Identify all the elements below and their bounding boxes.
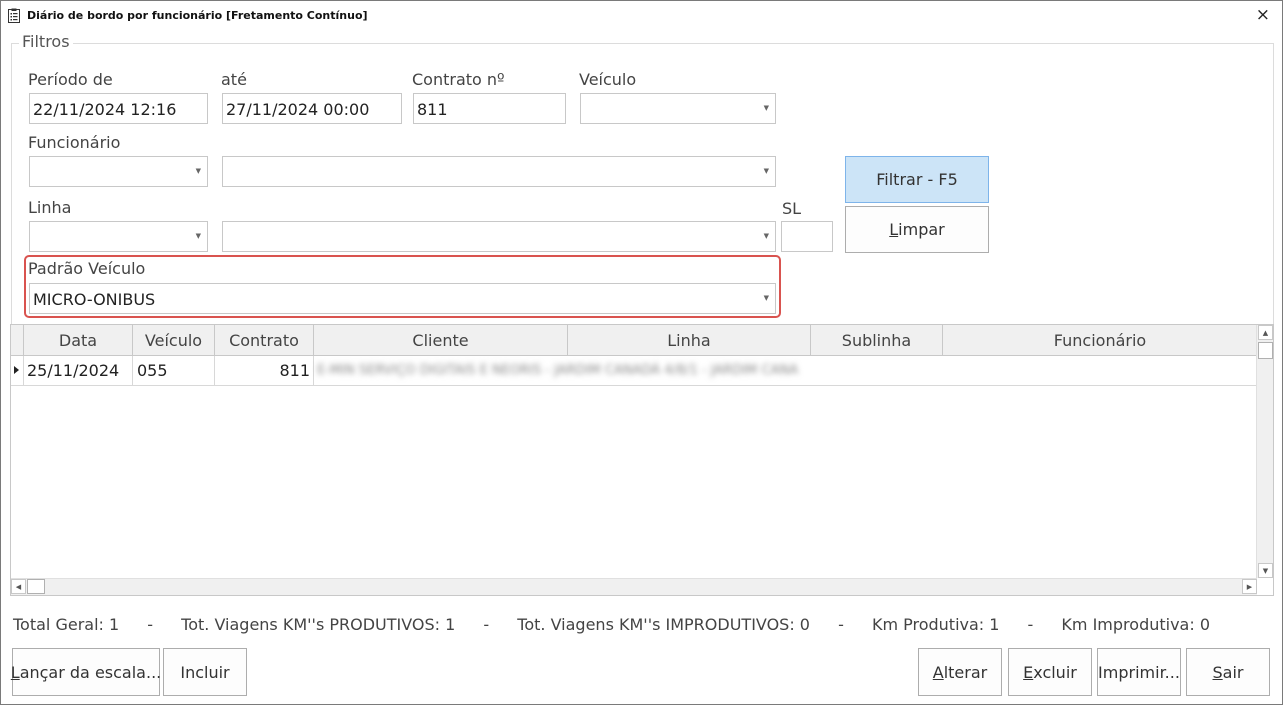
periodo-de-label: Período de	[28, 70, 113, 89]
limpar-mnemonic: L	[889, 220, 899, 239]
funcionario-code-combo[interactable]: ▼	[29, 156, 208, 187]
sl-input[interactable]	[781, 221, 833, 252]
column-header-linha[interactable]: Linha	[568, 325, 811, 355]
header-row-selector	[11, 325, 24, 355]
scroll-left-icon[interactable]: ◀	[11, 579, 26, 594]
chevron-down-icon[interactable]: ▼	[764, 232, 769, 240]
filtrar-button-label: Filtrar - F5	[876, 170, 958, 189]
window-title: Diário de bordo por funcionário [Fretame…	[27, 9, 368, 22]
incluir-label: Incluir	[180, 662, 230, 682]
limpar-button[interactable]: Limpar	[845, 206, 989, 253]
chevron-down-icon[interactable]: ▼	[764, 294, 769, 302]
total-improdutivos: Tot. Viagens KM''s IMPRODUTIVOS: 0	[517, 615, 810, 634]
close-icon[interactable]: ×	[1256, 5, 1270, 25]
separator: -	[838, 615, 844, 634]
main-window: Diário de bordo por funcionário [Fretame…	[0, 0, 1283, 705]
results-grid[interactable]: Data Veículo Contrato Cliente Linha Subl…	[10, 324, 1274, 596]
column-header-contrato[interactable]: Contrato	[215, 325, 314, 355]
row-selector[interactable]	[11, 356, 24, 385]
linha-code-combo[interactable]: ▼	[29, 221, 208, 252]
column-header-data[interactable]: Data	[24, 325, 133, 355]
ate-input[interactable]: 27/11/2024 00:00	[222, 93, 402, 124]
lancar-mnemonic: L	[10, 662, 20, 682]
km-improdutiva: Km Improdutiva: 0	[1061, 615, 1211, 634]
vertical-scrollbar[interactable]: ▲ ▼	[1256, 325, 1273, 578]
horizontal-scrollbar[interactable]: ◀ ▶	[11, 578, 1257, 595]
table-row[interactable]: 25/11/2024 055 811 E-MIN SERVIÇO DIGITAI…	[11, 356, 1257, 386]
cell-redacted[interactable]: E-MIN SERVIÇO DIGITAIS E NEORIS - JARDIM…	[314, 356, 943, 385]
filters-legend: Filtros	[19, 32, 73, 51]
scroll-up-icon[interactable]: ▲	[1258, 325, 1273, 340]
periodo-de-input[interactable]: 22/11/2024 12:16	[29, 93, 208, 124]
linha-name-combo[interactable]: ▼	[222, 221, 776, 252]
total-geral: Total Geral: 1	[13, 615, 120, 634]
padrao-veiculo-value: MICRO-ONIBUS	[33, 290, 156, 309]
horizontal-scroll-thumb[interactable]	[27, 579, 45, 594]
funcionario-name-combo[interactable]: ▼	[222, 156, 776, 187]
cell-veiculo[interactable]: 055	[133, 356, 215, 385]
lancar-escala-button[interactable]: Lançar da escala...	[10, 648, 162, 696]
chevron-down-icon[interactable]: ▼	[764, 104, 769, 112]
vertical-scroll-thumb[interactable]	[1258, 342, 1273, 359]
separator: -	[147, 615, 154, 634]
totals-status: Total Geral: 1 - Tot. Viagens KM''s PROD…	[13, 615, 1210, 634]
km-produtiva: Km Produtiva: 1	[871, 615, 1000, 634]
title-bar: Diário de bordo por funcionário [Fretame…	[1, 1, 1282, 31]
veiculo-label: Veículo	[579, 70, 637, 89]
excluir-mnemonic: E	[1023, 662, 1034, 682]
funcionario-label: Funcionário	[28, 133, 121, 152]
linha-label: Linha	[28, 198, 72, 217]
chevron-down-icon[interactable]: ▼	[196, 232, 201, 240]
imprimir-button[interactable]: Imprimir...	[1097, 648, 1181, 696]
sl-label: SL	[782, 199, 802, 218]
filtrar-button[interactable]: Filtrar - F5	[845, 156, 989, 203]
sair-label: air	[1222, 662, 1244, 682]
lancar-label: ançar da escala...	[19, 662, 162, 682]
scroll-down-icon[interactable]: ▼	[1258, 563, 1273, 578]
limpar-label: impar	[898, 220, 945, 239]
row-pointer-icon	[14, 366, 19, 374]
excluir-button[interactable]: Excluir	[1008, 648, 1092, 696]
column-header-veiculo[interactable]: Veículo	[133, 325, 215, 355]
contrato-label: Contrato nº	[412, 70, 505, 89]
alterar-label: lterar	[943, 662, 988, 682]
padrao-veiculo-label: Padrão Veículo	[28, 259, 146, 278]
separator: -	[483, 615, 490, 634]
scroll-right-icon[interactable]: ▶	[1242, 579, 1257, 594]
column-header-cliente[interactable]: Cliente	[314, 325, 568, 355]
separator: -	[1027, 615, 1034, 634]
imprimir-label: Imprimir...	[1098, 662, 1180, 682]
padrao-veiculo-combo[interactable]: MICRO-ONIBUS ▼	[29, 283, 776, 314]
excluir-label: xcluir	[1033, 662, 1077, 682]
cell-data[interactable]: 25/11/2024	[24, 356, 133, 385]
grid-header: Data Veículo Contrato Cliente Linha Subl…	[11, 325, 1257, 356]
veiculo-combo[interactable]: ▼	[580, 93, 776, 124]
clipboard-icon	[8, 8, 20, 23]
total-produtivos: Tot. Viagens KM''s PRODUTIVOS: 1	[181, 615, 456, 634]
incluir-button[interactable]: Incluir	[163, 648, 247, 696]
alterar-button[interactable]: Alterar	[918, 648, 1002, 696]
contrato-input[interactable]: 811	[413, 93, 566, 124]
column-header-sublinha[interactable]: Sublinha	[811, 325, 943, 355]
sair-button[interactable]: Sair	[1186, 648, 1270, 696]
ate-label: até	[221, 70, 247, 89]
sair-mnemonic: S	[1212, 662, 1223, 682]
cell-contrato[interactable]: 811	[215, 356, 314, 385]
chevron-down-icon[interactable]: ▼	[764, 167, 769, 175]
chevron-down-icon[interactable]: ▼	[196, 167, 201, 175]
alterar-mnemonic: A	[932, 662, 944, 682]
column-header-funcionario[interactable]: Funcionário	[943, 325, 1257, 355]
